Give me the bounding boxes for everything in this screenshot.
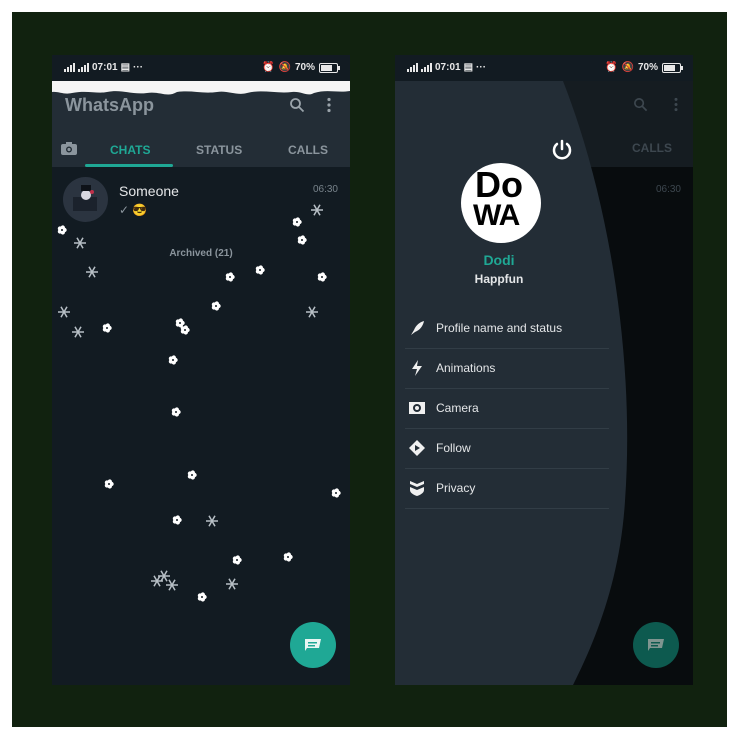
menu-item-label: Camera	[436, 401, 479, 415]
snowflake-icon	[58, 306, 70, 318]
battery-icon	[319, 62, 340, 73]
flower-flake-icon	[187, 470, 197, 480]
chat-time: 06:30	[312, 184, 338, 195]
flower-flake-icon	[232, 555, 242, 565]
snowflake-icon	[86, 266, 98, 278]
signal-icon	[64, 63, 75, 72]
mute-icon: 🔕	[621, 62, 634, 73]
alarm-icon: ⏰	[262, 62, 275, 73]
snowflake-icon	[226, 578, 238, 590]
flower-flake-icon	[225, 272, 235, 282]
navigation-drawer: Do WA Dodi Happfun Profile name and stat…	[395, 81, 693, 685]
notification-icon: ▤	[120, 62, 131, 73]
menu-item-animations[interactable]: Animations	[405, 349, 609, 389]
tab-bar: CHATS STATUS CALLS	[52, 133, 350, 167]
new-chat-button	[633, 622, 679, 668]
signal-icon	[78, 63, 89, 72]
status-bar: 07:01 ▤ ··· ⏰ 🔕 70%	[52, 55, 350, 81]
flower-flake-icon	[171, 407, 181, 417]
flower-flake-icon	[175, 318, 185, 328]
flower-flake-icon	[317, 272, 327, 282]
battery-percent: 70%	[294, 62, 315, 73]
flower-flake-icon	[172, 515, 182, 525]
snowflake-icon	[206, 515, 218, 527]
flower-flake-icon	[197, 592, 207, 602]
mute-icon: 🔕	[278, 62, 291, 73]
feather-icon	[411, 321, 424, 335]
battery-percent: 70%	[637, 62, 658, 73]
drawer-menu: Profile name and status Animations Camer…	[405, 309, 609, 509]
menu-item-label: Privacy	[436, 481, 476, 495]
menu-item-label: Follow	[436, 441, 471, 455]
shield-icon	[410, 481, 424, 496]
status-time: 07:01	[92, 62, 118, 73]
snowflake-icon	[151, 575, 163, 587]
more-vert-icon[interactable]	[326, 97, 332, 113]
chat-list-item[interactable]: Someone 06:30 ✓ 😎	[52, 167, 350, 231]
avatar	[63, 177, 108, 222]
snowflake-icon	[306, 306, 318, 318]
new-chat-icon	[305, 639, 321, 651]
flower-flake-icon	[283, 552, 293, 562]
whatsapp-drawer-screen: 07:01 ▤ ··· ⏰ 🔕 70% CALLS 06:30 Do WA Do…	[395, 55, 693, 685]
flower-flake-icon	[102, 323, 112, 333]
menu-item-label: Animations	[436, 361, 496, 375]
flower-flake-icon	[168, 355, 178, 365]
power-icon[interactable]	[551, 139, 573, 161]
logo-text-top: Do	[475, 164, 523, 205]
flower-flake-icon	[180, 325, 190, 335]
chat-name: Someone	[119, 183, 179, 199]
tab-calls[interactable]: CALLS	[288, 143, 328, 157]
flower-flake-icon	[104, 479, 114, 489]
signal-icon	[421, 63, 432, 72]
search-icon[interactable]	[289, 97, 305, 113]
camera-icon[interactable]	[61, 141, 77, 155]
follow-icon	[409, 440, 425, 456]
bolt-icon	[412, 360, 422, 376]
app-title: WhatsApp	[65, 95, 154, 115]
notification-icon: ▤	[463, 62, 474, 73]
snowflake-icon	[166, 579, 178, 591]
battery-icon	[662, 62, 683, 73]
profile-name: Dodi	[483, 252, 515, 268]
tab-chats[interactable]: CHATS	[110, 143, 150, 157]
menu-item-privacy[interactable]: Privacy	[405, 469, 609, 509]
camera-icon	[409, 402, 425, 414]
profile-logo[interactable]: Do WA	[461, 163, 541, 243]
whatsapp-chats-screen: 07:01 ▤ ··· ⏰ 🔕 70% WhatsApp CHATS STATU…	[52, 55, 350, 685]
menu-item-profile[interactable]: Profile name and status	[405, 309, 609, 349]
flower-flake-icon	[211, 301, 221, 311]
menu-item-camera[interactable]: Camera	[405, 389, 609, 429]
status-extra: ···	[476, 62, 487, 73]
chat-preview: ✓ 😎	[119, 203, 148, 217]
status-extra: ···	[133, 62, 144, 73]
archived-chats-link[interactable]: Archived (21)	[52, 248, 350, 259]
menu-item-label: Profile name and status	[436, 321, 563, 335]
logo-text-bottom: WA	[473, 199, 520, 232]
tab-status[interactable]: STATUS	[196, 143, 242, 157]
flower-flake-icon	[297, 235, 307, 245]
snowflake-icon	[72, 326, 84, 338]
flower-flake-icon	[331, 488, 341, 498]
flower-flake-icon	[255, 265, 265, 275]
snowflake-icon	[158, 570, 170, 582]
new-chat-icon	[648, 639, 664, 651]
menu-item-follow[interactable]: Follow	[405, 429, 609, 469]
status-time: 07:01	[435, 62, 461, 73]
new-chat-button[interactable]	[290, 622, 336, 668]
status-bar: 07:01 ▤ ··· ⏰ 🔕 70%	[395, 55, 693, 81]
signal-icon	[407, 63, 418, 72]
profile-subtitle: Happfun	[474, 272, 524, 286]
snowflake-icon	[74, 237, 86, 249]
alarm-icon: ⏰	[605, 62, 618, 73]
